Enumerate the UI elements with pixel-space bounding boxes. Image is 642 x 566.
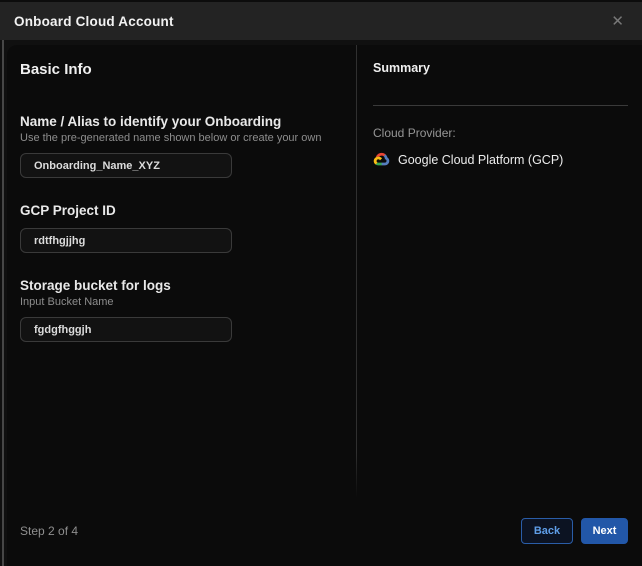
- cloud-provider-name: Google Cloud Platform (GCP): [398, 153, 563, 167]
- back-button[interactable]: Back: [521, 518, 573, 544]
- storage-bucket-hint: Input Bucket Name: [20, 296, 343, 308]
- storage-bucket-label: Storage bucket for logs: [20, 278, 343, 293]
- modal-header: Onboard Cloud Account ✕: [0, 0, 642, 40]
- summary-section: Summary Cloud Provider: Google Cloud Pla…: [357, 45, 642, 168]
- google-cloud-icon: [373, 151, 390, 168]
- field-storage-bucket: Storage bucket for logs Input Bucket Nam…: [20, 278, 343, 342]
- onboard-cloud-account-modal: Onboard Cloud Account ✕ Basic Info Name …: [0, 0, 642, 566]
- onboarding-name-input[interactable]: [20, 153, 232, 178]
- storage-bucket-input[interactable]: [20, 317, 232, 342]
- close-icon[interactable]: ✕: [607, 12, 628, 31]
- modal-body: Basic Info Name / Alias to identify your…: [7, 45, 642, 566]
- field-onboarding-name: Name / Alias to identify your Onboarding…: [20, 114, 343, 178]
- page-edge-line: [2, 40, 4, 566]
- basic-info-section: Basic Info Name / Alias to identify your…: [7, 45, 356, 496]
- onboarding-name-label: Name / Alias to identify your Onboarding: [20, 114, 343, 129]
- next-button[interactable]: Next: [581, 518, 628, 544]
- cloud-provider-label: Cloud Provider:: [373, 126, 628, 140]
- step-indicator: Step 2 of 4: [20, 524, 78, 538]
- onboarding-name-hint: Use the pre-generated name shown below o…: [20, 132, 343, 144]
- basic-info-heading: Basic Info: [20, 61, 343, 78]
- gcp-project-id-label: GCP Project ID: [20, 203, 343, 218]
- summary-divider-line: [373, 105, 628, 106]
- field-gcp-project-id: GCP Project ID: [20, 203, 343, 253]
- footer-buttons: Back Next: [521, 518, 628, 544]
- summary-heading: Summary: [373, 61, 628, 75]
- cloud-provider-row: Google Cloud Platform (GCP): [373, 151, 628, 168]
- gcp-project-id-input[interactable]: [20, 228, 232, 253]
- modal-title: Onboard Cloud Account: [14, 14, 174, 29]
- modal-footer: Step 2 of 4 Back Next: [7, 496, 642, 566]
